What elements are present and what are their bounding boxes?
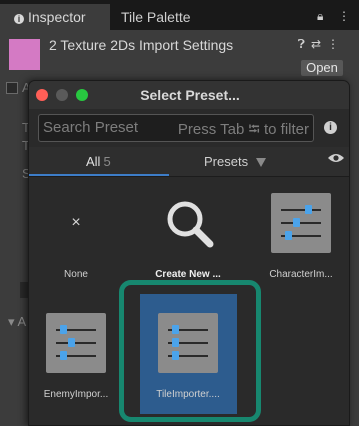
tab-all-count: 5 [103,154,111,169]
magnifier-icon [167,201,214,248]
minimize-window-button[interactable] [56,89,68,101]
active-tab-indicator [29,174,169,176]
foldout-arrow-icon: ▾ [8,314,15,329]
tab-all[interactable]: All 5 [86,154,111,169]
preset-item-none[interactable]: × None [46,193,106,283]
preset-sliders-icon [271,193,331,253]
search-placeholder: Search Preset [43,119,139,136]
preset-item-create-new[interactable]: Create New ... [155,193,221,283]
foldout-label[interactable]: ▾ A [8,314,26,330]
x-icon: × [71,214,81,231]
asset-title: 2 Texture 2Ds Import Settings [49,37,234,53]
foldout-text: A [17,314,27,329]
dropdown-arrow-icon [256,158,267,167]
preset-icon[interactable]: ⇄ [311,37,327,51]
inspector-header: 2 Texture 2Ds Import Settings ❓︎⇄⋮ Open [0,30,359,80]
zoom-window-button[interactable] [76,89,88,101]
tab-all-label: All [86,154,101,169]
header-icons: ❓︎⇄⋮ [298,37,345,52]
filter-bar: All 5 Presets [29,147,349,177]
tab-presets-label: Presets [204,154,249,169]
search-bar: Search Preset Press Tab ⭾ to filter i [29,109,349,147]
preset-item-label: CharacterIm... [269,269,333,280]
selection-highlight-ring [119,280,261,422]
checkbox[interactable] [6,82,18,94]
tab-presets[interactable]: Presets [204,154,267,169]
tab-tile-palette[interactable]: Tile Palette [121,4,191,30]
search-input[interactable]: Search Preset Press Tab ⭾ to filter [38,114,314,142]
preset-item-enemy-importer[interactable]: EnemyImpor... [44,313,108,403]
help-icon[interactable]: ❓︎ [298,37,311,51]
preset-item-character-importer[interactable]: CharacterIm... [269,193,333,283]
search-hint: Press Tab ⭾ to filter [177,121,309,138]
info-icon: i [14,14,24,24]
asset-thumbnail [9,39,40,70]
tab-inspector-label: Inspector [28,9,86,25]
open-button[interactable]: Open [301,60,343,76]
close-window-button[interactable] [36,89,48,101]
preset-item-label: EnemyImpor... [43,389,109,400]
preset-sliders-icon [46,313,106,373]
more-vert-icon[interactable]: ⋮ [338,9,350,23]
info-icon[interactable]: i [324,121,337,134]
lock-icon[interactable]: 🔒︎ [317,9,323,24]
eye-icon[interactable] [328,153,344,163]
tab-inspector[interactable]: i Inspector [0,4,110,30]
preset-item-label: Create New ... [155,269,221,280]
inspector-tabbar: i Inspector Tile Palette 🔒︎ ⋮ [0,0,359,30]
window-titlebar: Select Preset... [29,81,349,109]
more-vert-icon[interactable]: ⋮ [327,37,345,51]
preset-item-label: None [64,269,88,280]
